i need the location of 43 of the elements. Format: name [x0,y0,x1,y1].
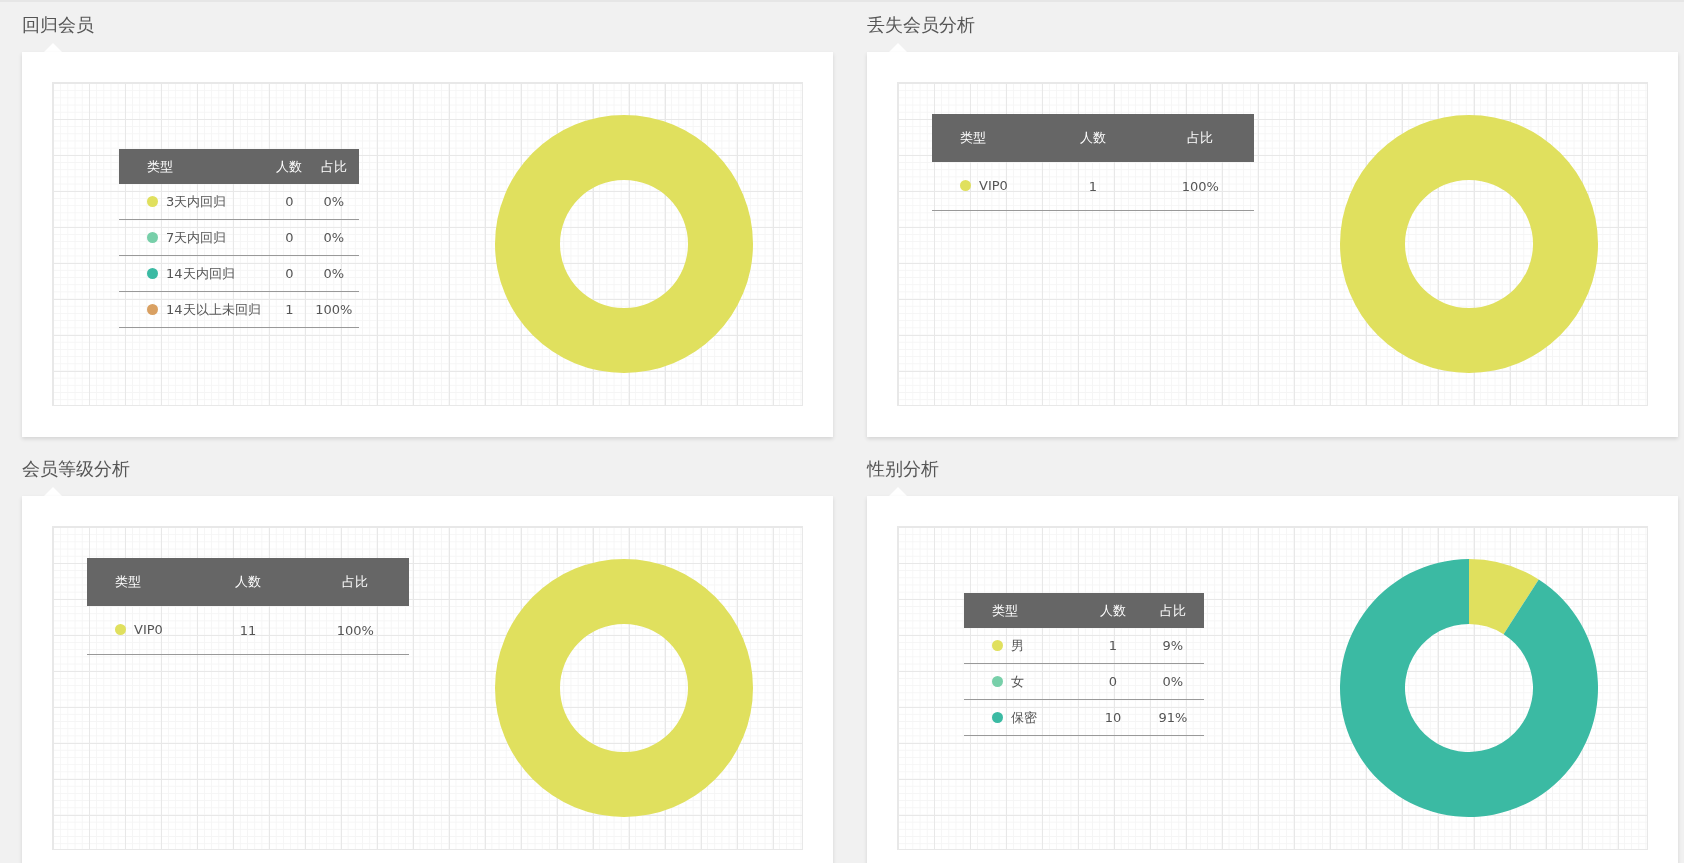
table-cell: 0 [285,230,294,245]
column-header: 人数 [269,149,309,184]
column-header: 人数 [1039,114,1147,162]
table-cell: VIP0 [979,178,1008,193]
column-header: 人数 [194,558,302,606]
table-cell: 3天内回归 [166,192,227,211]
table-cell: 11 [239,622,257,638]
table-cell: 100% [315,302,353,317]
column-header: 占比 [1146,114,1254,162]
column-header: 类型 [87,558,195,606]
table-cell: 0% [323,230,345,245]
table-cell: 0% [1162,674,1184,689]
column-header: 占比 [301,558,409,606]
table-cell: 1 [1108,638,1118,653]
section-title: 性别分析 [867,457,939,481]
table-cell: 0 [285,266,294,281]
table-cell: 10 [1104,710,1122,725]
table-cell: 女 [1011,672,1024,691]
table-cell: 14天以上未回归 [166,300,261,319]
section-title: 回归会员 [22,13,94,37]
table-cell: 0 [1108,674,1118,689]
table-cell: 7天内回归 [166,228,227,247]
table-cell: VIP0 [134,622,163,637]
table-cell: 0 [285,194,294,209]
column-header: 类型 [964,593,1085,628]
table-cell: 100% [336,622,374,638]
column-header: 类型 [932,114,1040,162]
table-cell: 男 [1011,636,1024,655]
table-cell: 100% [1181,178,1219,194]
table-cell: 9% [1162,638,1184,653]
table-cell: 0% [323,266,345,281]
column-header: 占比 [308,149,359,184]
table-cell: 1 [1088,178,1098,194]
column-header: 类型 [119,149,270,184]
table-cell: 1 [285,302,294,317]
table-cell: 保密 [1011,708,1037,727]
table-cell: 91% [1158,710,1188,725]
table-cell: 0% [323,194,345,209]
column-header: 人数 [1084,593,1142,628]
column-header: 占比 [1141,593,1204,628]
section-title: 丢失会员分析 [867,13,975,37]
section-title: 会员等级分析 [22,457,130,481]
table-cell: 14天内回归 [166,264,235,283]
